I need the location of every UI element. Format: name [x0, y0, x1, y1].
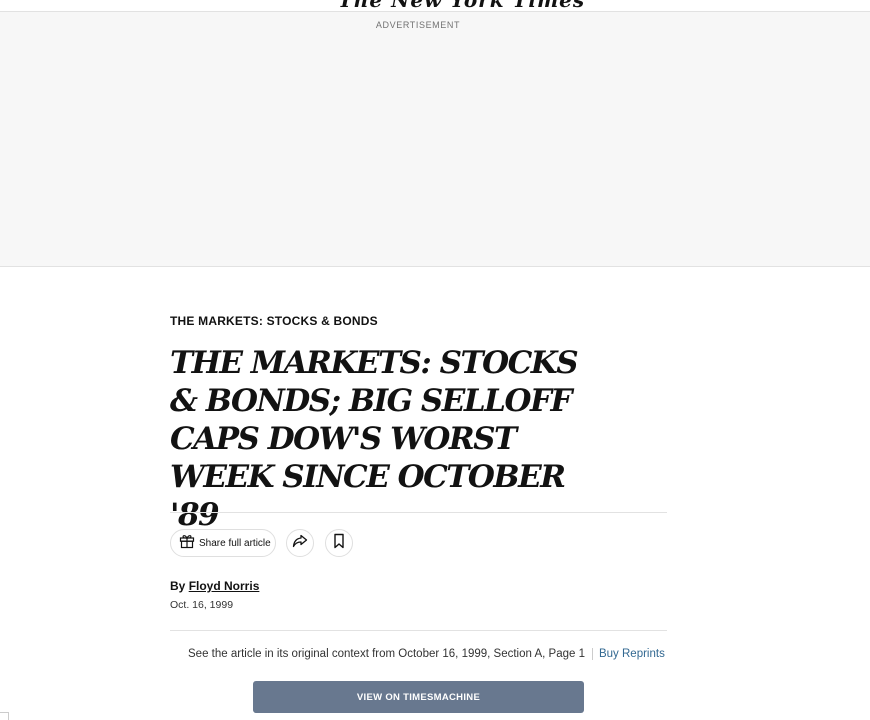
corner-widget [0, 712, 9, 720]
original-context-line: See the article in its original context … [188, 648, 665, 660]
original-context-text: See the article in its original context … [188, 648, 585, 660]
share-full-article-button[interactable]: Share full article [170, 529, 276, 557]
view-on-timesmachine-button[interactable]: VIEW ON TIMESMACHINE [253, 681, 584, 713]
byline-prefix: By [170, 579, 186, 593]
masthead: The New York Times [0, 0, 870, 12]
gift-icon [179, 533, 195, 554]
advertisement-label: ADVERTISEMENT [375, 20, 461, 30]
separator [591, 648, 593, 660]
advertisement-slot: ADVERTISEMENT [0, 12, 870, 267]
site-logo[interactable]: The New York Times [338, 0, 585, 11]
divider [170, 512, 667, 513]
bookmark-icon [333, 533, 345, 554]
share-button[interactable] [286, 529, 314, 557]
byline: By Floyd Norris [170, 579, 259, 593]
divider [170, 630, 667, 631]
author-link[interactable]: Floyd Norris [189, 579, 260, 593]
publish-date: Oct. 16, 1999 [170, 599, 234, 611]
article-headline: THE MARKETS: STOCKS & BONDS; BIG SELLOFF… [170, 345, 579, 533]
buy-reprints-link[interactable]: Buy Reprints [599, 648, 665, 660]
article-kicker[interactable]: THE MARKETS: STOCKS & BONDS [170, 314, 378, 328]
share-arrow-icon [292, 534, 308, 553]
share-full-article-label: Share full article [199, 537, 271, 549]
save-bookmark-button[interactable] [325, 529, 353, 557]
